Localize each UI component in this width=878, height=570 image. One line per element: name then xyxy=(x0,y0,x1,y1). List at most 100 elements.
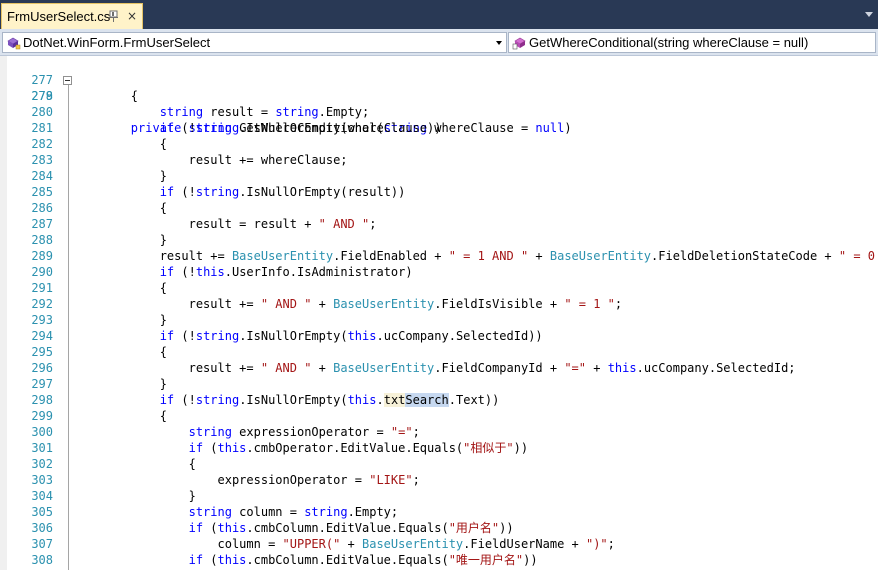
chevron-down-icon[interactable] xyxy=(493,34,505,51)
member-selector-dropdown[interactable]: GetWhereConditional(string whereClause =… xyxy=(508,32,876,53)
code-line: 293 } xyxy=(0,312,878,328)
code-text: } xyxy=(73,489,196,503)
line-number: 284 xyxy=(31,169,53,183)
close-icon[interactable]: × xyxy=(126,9,138,23)
code-text: column = "UPPER(" + BaseUserEntity.Field… xyxy=(73,537,615,551)
code-line: 294 if (!string.IsNullOrEmpty(this.ucCom… xyxy=(0,328,878,344)
line-number: 292 xyxy=(31,297,53,311)
code-text: string expressionOperator = "="; xyxy=(188,425,420,439)
code-line: 286 { xyxy=(0,200,878,216)
code-line: 300 string expressionOperator = "="; xyxy=(0,424,878,440)
line-number: 293 xyxy=(31,313,53,327)
document-tab-strip: FrmUserSelect.cs × xyxy=(0,0,878,29)
code-text: result += whereClause; xyxy=(73,153,348,167)
code-line: 292 result += " AND " + BaseUserEntity.F… xyxy=(0,296,878,312)
line-number: 288 xyxy=(31,233,53,247)
code-text: result += " AND " + BaseUserEntity.Field… xyxy=(73,361,796,375)
code-text: { xyxy=(73,457,196,471)
class-selector-dropdown[interactable]: DotNet.WinForm.FrmUserSelect xyxy=(2,32,507,53)
code-text: if (this.cmbColumn.EditValue.Equals("用户名… xyxy=(188,521,514,535)
code-line: 283 result += whereClause; xyxy=(0,152,878,168)
code-line: 304 } xyxy=(0,488,878,504)
code-line: 298 if (!string.IsNullOrEmpty(this.txtSe… xyxy=(0,392,878,408)
collapse-toggle[interactable] xyxy=(63,76,72,85)
line-number: 305 xyxy=(31,505,53,519)
code-text: string result = string.Empty; xyxy=(159,105,370,119)
code-text: result += BaseUserEntity.FieldEnabled + … xyxy=(73,249,875,263)
code-line: 295 { xyxy=(0,344,878,360)
code-text: } xyxy=(73,169,167,183)
code-text: if (!string.IsNullOrEmpty(whereClause)) xyxy=(159,121,442,135)
line-number: 286 xyxy=(31,201,53,215)
code-text: if (!string.IsNullOrEmpty(this.txtSearch… xyxy=(159,393,500,407)
line-number: 285 xyxy=(31,185,53,199)
code-editor[interactable]: 277 278 private string GetWhereCondition… xyxy=(0,56,878,570)
code-line: 285 if (!string.IsNullOrEmpty(result)) xyxy=(0,184,878,200)
line-number: 306 xyxy=(31,521,53,535)
code-text: if (!string.IsNullOrEmpty(this.ucCompany… xyxy=(159,329,543,343)
code-text: if (!this.UserInfo.IsAdministrator) xyxy=(159,265,413,279)
code-text: if (this.cmbOperator.EditValue.Equals("相… xyxy=(188,441,529,455)
line-number: 287 xyxy=(31,217,53,231)
code-text: { xyxy=(73,201,167,215)
navigation-bar: DotNet.WinForm.FrmUserSelect GetWhereCon… xyxy=(0,29,878,56)
code-text: { xyxy=(73,345,167,359)
code-line: 280 string result = string.Empty; xyxy=(0,104,878,120)
code-line: 282 { xyxy=(0,136,878,152)
line-number: 301 xyxy=(31,441,53,455)
code-line: 306 if (this.cmbColumn.EditValue.Equals(… xyxy=(0,520,878,536)
member-selector-value: GetWhereConditional(string whereClause =… xyxy=(529,35,809,50)
code-text: if (this.cmbColumn.EditValue.Equals("唯一用… xyxy=(188,553,538,567)
class-selector-value: DotNet.WinForm.FrmUserSelect xyxy=(23,35,211,50)
pin-icon[interactable] xyxy=(109,10,118,22)
code-line: 281 if (!string.IsNullOrEmpty(whereClaus… xyxy=(0,120,878,136)
code-text: } xyxy=(73,233,167,247)
line-number: 298 xyxy=(31,393,53,407)
code-text: result = result + " AND "; xyxy=(73,217,377,231)
code-text: } xyxy=(73,377,167,391)
line-number: 283 xyxy=(31,153,53,167)
code-line: 305 string column = string.Empty; xyxy=(0,504,878,520)
code-line: 301 if (this.cmbOperator.EditValue.Equal… xyxy=(0,440,878,456)
code-line: 278 private string GetWhereConditional(s… xyxy=(0,72,878,135)
code-line: 291 { xyxy=(0,280,878,296)
tab-list-dropdown-icon[interactable] xyxy=(864,9,874,19)
line-number: 281 xyxy=(31,121,53,135)
line-number: 308 xyxy=(31,553,53,567)
code-line: 290 if (!this.UserInfo.IsAdministrator) xyxy=(0,264,878,280)
line-number: 294 xyxy=(31,329,53,343)
class-icon xyxy=(7,37,21,50)
code-line: 279 { xyxy=(0,88,878,104)
method-icon xyxy=(512,37,526,50)
line-number: 307 xyxy=(31,537,53,551)
line-number: 279 xyxy=(31,89,53,103)
code-text: { xyxy=(73,281,167,295)
code-line: 296 result += " AND " + BaseUserEntity.F… xyxy=(0,360,878,376)
line-number: 290 xyxy=(31,265,53,279)
line-number: 282 xyxy=(31,137,53,151)
line-number: 296 xyxy=(31,361,53,375)
line-number: 303 xyxy=(31,473,53,487)
line-number: 304 xyxy=(31,489,53,503)
line-number: 291 xyxy=(31,281,53,295)
code-text: result += " AND " + BaseUserEntity.Field… xyxy=(73,297,623,311)
code-line: 303 expressionOperator = "LIKE"; xyxy=(0,472,878,488)
code-text: { xyxy=(73,137,167,151)
line-number: 297 xyxy=(31,377,53,391)
code-line: 308 if (this.cmbColumn.EditValue.Equals(… xyxy=(0,552,878,568)
line-number: 280 xyxy=(31,105,53,119)
line-number: 295 xyxy=(31,345,53,359)
line-number: 300 xyxy=(31,425,53,439)
code-line: 289 result += BaseUserEntity.FieldEnable… xyxy=(0,248,878,264)
code-line: 288 } xyxy=(0,232,878,248)
line-number: 299 xyxy=(31,409,53,423)
code-text: if (!string.IsNullOrEmpty(result)) xyxy=(159,185,406,199)
code-text: { xyxy=(73,89,139,103)
code-line: 277 xyxy=(0,56,878,87)
code-text: { xyxy=(73,409,167,423)
tab-frmuserselect[interactable]: FrmUserSelect.cs × xyxy=(1,3,143,29)
code-line: 302 { xyxy=(0,456,878,472)
code-line: 287 result = result + " AND "; xyxy=(0,216,878,232)
line-number: 289 xyxy=(31,249,53,263)
code-text: } xyxy=(73,313,167,327)
